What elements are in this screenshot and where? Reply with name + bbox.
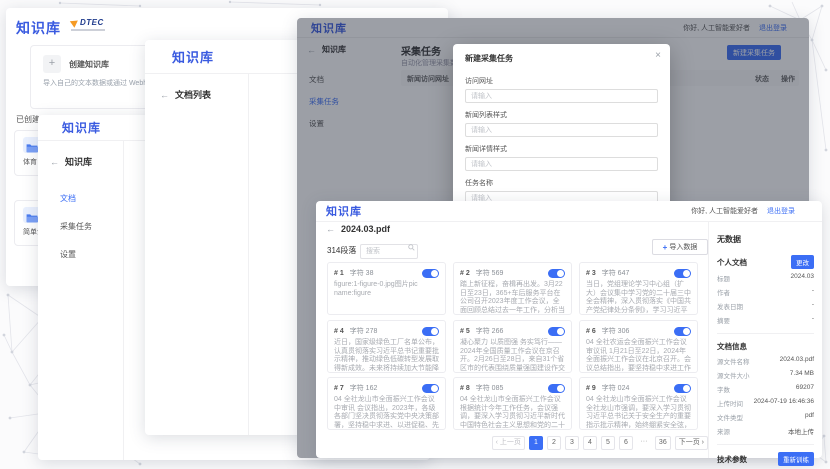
chunk-text: 近日，国家级绿色工厂名单公布，认真贯彻落实习近平总书记重要批示精神，推动绿色低碳… xyxy=(328,338,445,373)
field-label-url: 访问网址 xyxy=(465,76,658,86)
chunk-text: 04 全社龙山市全面振兴工作会议 全社龙山市强调，要深入学习贯彻习近平总书记关于… xyxy=(580,395,697,430)
field-label-task-name: 任务名称 xyxy=(465,178,658,188)
chunk-text: figure:1-figure-0.jpg图片pic name:figure xyxy=(328,280,445,315)
sidebar-divider xyxy=(248,74,249,435)
document-info-panel: 无数据 个人文档 更改 标题2024.03 作者- 发表日期- 摘要- 文档信息… xyxy=(708,222,822,458)
logout-link[interactable]: 退出登录 xyxy=(767,206,795,216)
sidebar-item-docs[interactable]: 文档 xyxy=(60,193,76,204)
pagination-ellipsis[interactable]: ··· xyxy=(637,436,651,450)
sidebar-item-tasks[interactable]: 采集任务 xyxy=(60,221,92,232)
search-icon xyxy=(408,244,415,251)
chunk-card-4[interactable]: # 4字符 278 近日，国家级绿色工厂名单公布，认真贯彻落实习近平总书记重要批… xyxy=(327,320,446,373)
pagination-page-2[interactable]: 2 xyxy=(547,436,561,450)
chunk-enabled-toggle[interactable] xyxy=(548,269,565,278)
pagination-page-1[interactable]: 1 xyxy=(529,436,543,450)
pagination: ‹ 上一页 1 2 3 4 5 6 ··· 36 下一页 › xyxy=(316,436,708,450)
app-logo: 知识库 xyxy=(326,203,362,219)
field-label-list-style: 新闻列表样式 xyxy=(465,110,658,120)
dtec-logo: DTEC xyxy=(71,18,105,31)
back-to-doclist[interactable]: ← 文档列表 xyxy=(160,88,211,101)
pagination-page-3[interactable]: 3 xyxy=(565,436,579,450)
app-logo: 知识库 xyxy=(16,18,61,38)
panel-empty-title: 无数据 xyxy=(717,234,814,245)
detail-style-input[interactable] xyxy=(465,157,658,171)
chunk-text: 踏上新征程，奋楫再出发。3月22日至23日，365+车后服务平台在公司召开202… xyxy=(454,280,571,315)
chunk-enabled-toggle[interactable] xyxy=(422,269,439,278)
sidebar-item-settings[interactable]: 设置 xyxy=(60,249,76,260)
chunk-enabled-toggle[interactable] xyxy=(674,327,691,336)
chunk-enabled-toggle[interactable] xyxy=(422,327,439,336)
dtec-tagline-bar xyxy=(71,29,105,31)
pagination-page-6[interactable]: 6 xyxy=(619,436,633,450)
chunk-card-9[interactable]: # 9字符 024 04 全社龙山市全面振兴工作会议 全社龙山市强调，要深入学习… xyxy=(579,377,698,430)
chunk-text: 凝心聚力 以质图强 务实笃行——2024年全国质量工作会议在京召开。2月26日至… xyxy=(454,338,571,373)
search-box xyxy=(360,240,418,255)
chunk-card-3[interactable]: # 3字符 647 当日，党组理论学习中心组（扩大）会议集中学习党的二十届三中全… xyxy=(579,262,698,315)
personal-doc-title: 个人文档 xyxy=(717,257,747,268)
create-kb-label: 创建知识库 xyxy=(69,60,109,69)
retrain-button[interactable]: 重新训练 xyxy=(778,452,814,466)
user-greeting: 你好, 人工智能爱好者 xyxy=(691,206,758,216)
panel-divider xyxy=(717,333,814,334)
field-label-detail-style: 新闻详情样式 xyxy=(465,144,658,154)
chunk-text: 04 全社农运会全面振兴工作会议审议讯 1月21日至22日，2024年全面振兴工… xyxy=(580,338,697,373)
app-logo: 知识库 xyxy=(62,119,101,136)
modal-title: 新建采集任务 xyxy=(465,53,658,64)
sidebar-divider xyxy=(123,141,124,460)
dtec-mark-icon xyxy=(70,17,80,28)
back-arrow-icon: ← xyxy=(326,224,335,234)
close-icon[interactable]: × xyxy=(655,50,661,61)
chunk-card-2[interactable]: # 2字符 569 踏上新征程，奋楫再出发。3月22日至23日，365+车后服务… xyxy=(453,262,572,315)
tech-params-title: 技术参数 xyxy=(717,454,747,465)
chunk-enabled-toggle[interactable] xyxy=(674,384,691,393)
paragraph-count: 314段落 xyxy=(327,245,356,256)
pagination-page-36[interactable]: 36 xyxy=(655,436,671,450)
chunk-enabled-toggle[interactable] xyxy=(422,384,439,393)
pagination-page-5[interactable]: 5 xyxy=(601,436,615,450)
import-data-button[interactable]: +导入数据 xyxy=(652,239,708,255)
document-title: 2024.03.pdf xyxy=(341,224,390,234)
back-arrow-icon: ← xyxy=(50,157,59,167)
app-logo: 知识库 xyxy=(172,47,214,66)
chunk-enabled-toggle[interactable] xyxy=(548,384,565,393)
back-arrow-icon: ← xyxy=(160,90,169,100)
chunk-card-8[interactable]: # 8字符 085 04 全社龙山市全面振兴工作会议 根据统计今年工作任务，会议… xyxy=(453,377,572,430)
chunk-card-6[interactable]: # 6字符 306 04 全社农运会全面振兴工作会议审议讯 1月21日至22日，… xyxy=(579,320,698,373)
back-from-document[interactable]: ← 2024.03.pdf xyxy=(326,224,390,234)
chunk-text: 当日，党组理论学习中心组（扩大）会议集中学习党的二十届三中全会精神，深入贯彻落实… xyxy=(580,280,697,315)
chunk-card-7[interactable]: # 7字符 162 04 全社龙山市全面振兴工作会议中审讯 会议指出，2023年… xyxy=(327,377,446,430)
document-header: 知识库 你好, 人工智能爱好者 退出登录 xyxy=(316,201,822,222)
doc-info-title: 文档信息 xyxy=(717,341,747,352)
pagination-prev[interactable]: ‹ 上一页 xyxy=(492,436,525,450)
url-input[interactable] xyxy=(465,89,658,103)
desktop: 知识库 DTEC +创建知识库 导入自己的文本数据或通过 Webhook 实时写… xyxy=(0,0,830,469)
pagination-next[interactable]: 下一页 › xyxy=(675,436,708,450)
chunk-enabled-toggle[interactable] xyxy=(674,269,691,278)
panel-divider xyxy=(717,444,814,445)
chunk-card-1[interactable]: # 1字符 38 figure:1-figure-0.jpg图片pic name… xyxy=(327,262,446,315)
chunk-text: 04 全社龙山市全面振兴工作会议 根据统计今年工作任务，会议强调，要深入学习贯彻… xyxy=(454,395,571,430)
chunk-text: 04 全社龙山市全面振兴工作会议中审讯 会议指出，2023年，各级各部门坚决贯彻… xyxy=(328,395,445,430)
chunk-card-5[interactable]: # 5字符 266 凝心聚力 以质图强 务实笃行——2024年全国质量工作会议在… xyxy=(453,320,572,373)
window-document: 知识库 你好, 人工智能爱好者 退出登录 ← 2024.03.pdf 314段落… xyxy=(316,201,822,458)
back-to-kb[interactable]: ← 知识库 xyxy=(50,155,92,168)
change-doc-button[interactable]: 更改 xyxy=(791,255,814,269)
chunk-enabled-toggle[interactable] xyxy=(548,327,565,336)
pagination-page-4[interactable]: 4 xyxy=(583,436,597,450)
list-style-input[interactable] xyxy=(465,123,658,137)
plus-icon: + xyxy=(663,243,668,252)
plus-icon: + xyxy=(43,55,61,73)
